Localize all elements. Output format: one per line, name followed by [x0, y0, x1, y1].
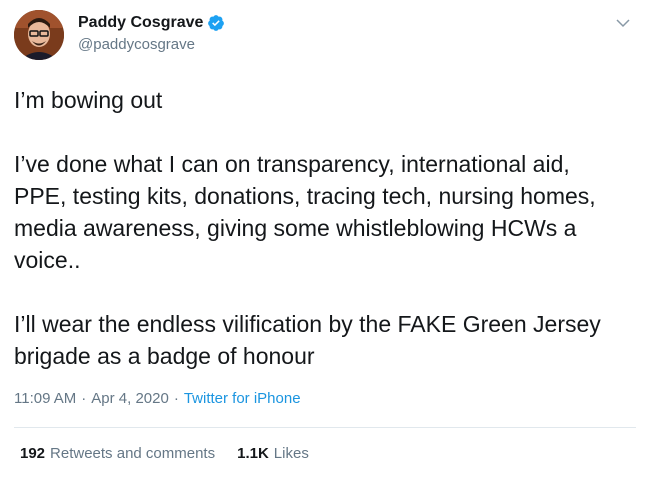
tweet-time[interactable]: 11:09 AM: [14, 390, 76, 407]
tweet-source-link[interactable]: Twitter for iPhone: [184, 390, 301, 407]
verified-badge-icon: [208, 15, 225, 31]
meta-separator: ·: [173, 390, 179, 407]
retweets-stat[interactable]: 192 Retweets and comments: [20, 445, 215, 462]
tweet-meta: 11:09 AM · Apr 4, 2020 · Twitter for iPh…: [14, 390, 301, 407]
likes-count: 1.1K: [237, 445, 269, 462]
tweet-card: Paddy Cosgrave @paddycosgrave I’m bowing…: [0, 0, 650, 480]
handle[interactable]: @paddycosgrave: [78, 36, 225, 53]
retweets-label: Retweets and comments: [50, 445, 216, 462]
divider: [14, 427, 636, 428]
likes-label: Likes: [273, 445, 309, 462]
tweet-stats: 192 Retweets and comments 1.1K Likes: [20, 445, 309, 462]
display-name[interactable]: Paddy Cosgrave: [78, 14, 203, 32]
meta-separator: ·: [81, 390, 87, 407]
author-name-row: Paddy Cosgrave: [78, 12, 225, 34]
avatar-image: [14, 10, 64, 60]
author-block: Paddy Cosgrave @paddycosgrave: [78, 12, 225, 53]
chevron-down-icon[interactable]: [614, 14, 632, 32]
avatar[interactable]: [14, 10, 64, 60]
tweet-text: I’m bowing out I’ve done what I can on t…: [14, 87, 601, 369]
likes-stat[interactable]: 1.1K Likes: [237, 445, 309, 462]
tweet-date[interactable]: Apr 4, 2020: [91, 390, 169, 407]
retweets-count: 192: [20, 445, 46, 462]
